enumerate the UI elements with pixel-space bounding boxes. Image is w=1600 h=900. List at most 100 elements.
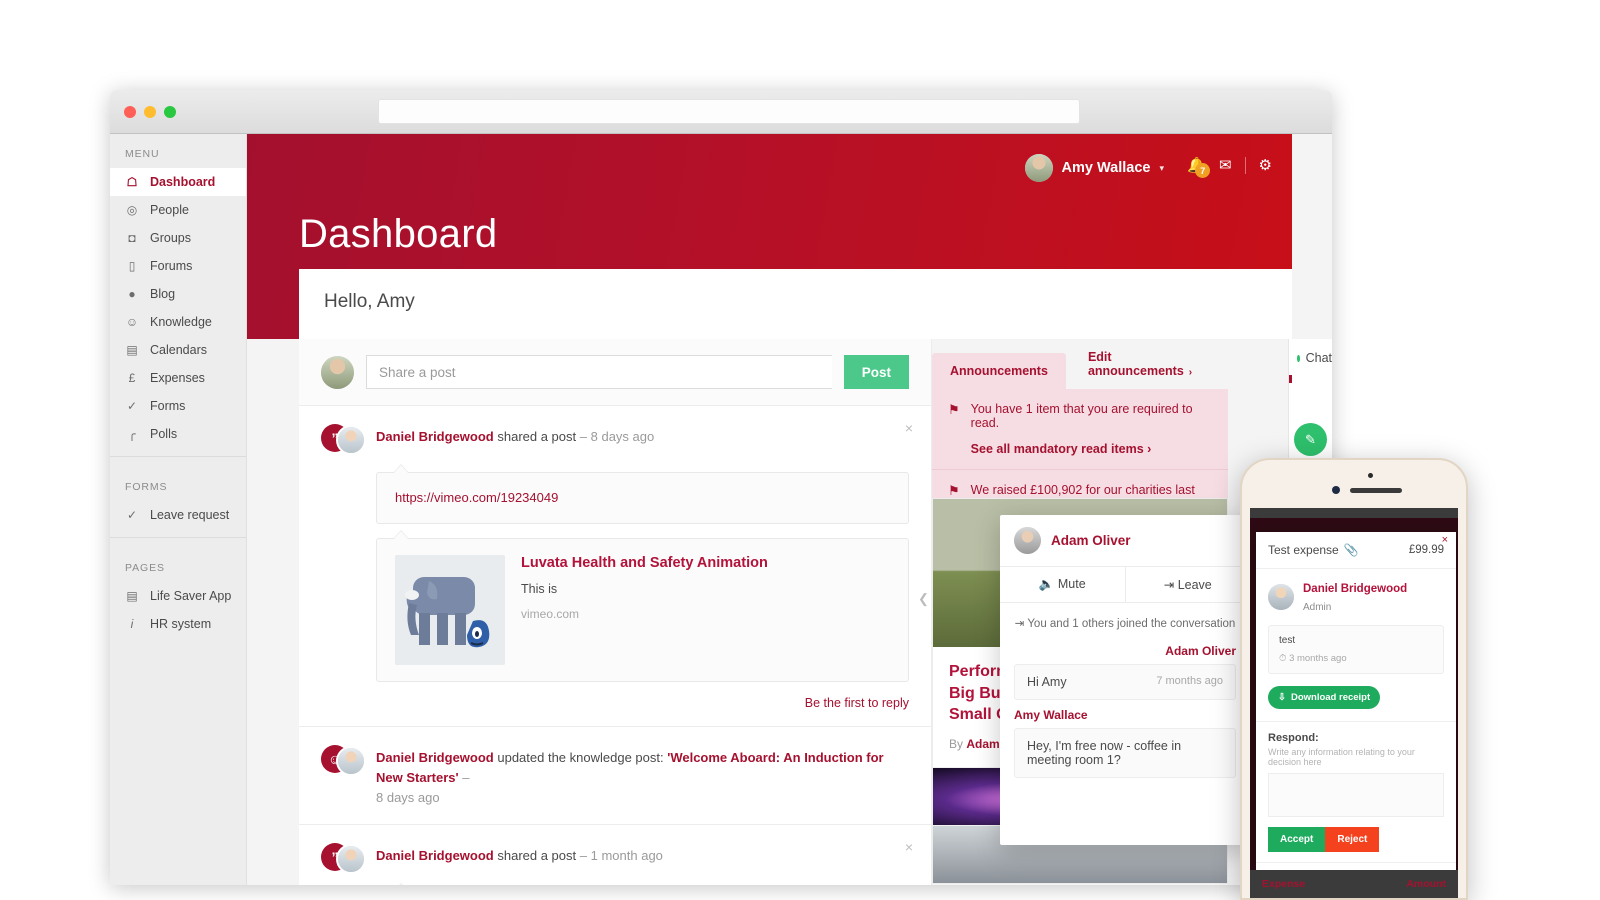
- link-preview-title[interactable]: Luvata Health and Safety Animation: [521, 555, 768, 571]
- shared-link[interactable]: https://vimeo.com/19234049: [395, 490, 558, 505]
- browser-titlebar: [110, 90, 1332, 134]
- gear-icon[interactable]: ⚙: [1259, 156, 1272, 174]
- chat-contact-2[interactable]: [1289, 383, 1332, 391]
- close-icon[interactable]: ×: [1442, 534, 1448, 546]
- sidebar-item-life-saver-app[interactable]: ▤ Life Saver App: [110, 582, 246, 610]
- maximize-window-button[interactable]: [164, 105, 176, 118]
- window-controls[interactable]: [124, 105, 176, 118]
- paperclip-icon[interactable]: 📎: [1344, 543, 1359, 557]
- chat-contact-1[interactable]: [1289, 375, 1332, 383]
- sidebar-item-label: Blog: [150, 287, 176, 301]
- chat-system-message: ⇥ You and 1 others joined the conversati…: [1014, 618, 1236, 630]
- bar-chart-icon: ╭: [128, 427, 136, 441]
- accept-button[interactable]: Accept: [1268, 827, 1326, 852]
- leave-button[interactable]: ⇥ Leave: [1124, 567, 1251, 602]
- sidebar-item-label: Polls: [150, 427, 178, 441]
- bell-icon[interactable]: 🔔 7: [1187, 156, 1211, 178]
- dismiss-post-button[interactable]: ×: [905, 839, 913, 855]
- expense-amount: £99.99: [1408, 544, 1444, 556]
- edit-announcements-link[interactable]: Edit announcements ›: [1066, 339, 1228, 389]
- feed-post: × ” Daniel Bridgewood shared a post –: [299, 406, 931, 727]
- sidebar-item-calendars[interactable]: ▤ Calendars: [110, 336, 246, 364]
- requester-name[interactable]: Daniel Bridgewood: [1303, 583, 1407, 595]
- respond-textarea[interactable]: [1268, 773, 1444, 817]
- sidebar-item-groups[interactable]: ◘ Groups: [110, 224, 246, 252]
- chat-conversation-window: Adam Oliver 🔈 Mute ⇥ Leave ⇥ You and 1 o…: [1000, 515, 1250, 845]
- sidebar-item-label: Life Saver App: [150, 589, 232, 603]
- chat-message-sender: Adam Oliver: [1165, 644, 1236, 658]
- lightbulb-icon: ☺: [125, 315, 139, 329]
- screenshot-stage: MENU ☖ Dashboard ◎ People ◘ Groups ▯ For…: [0, 0, 1600, 900]
- post-author-name[interactable]: Daniel Bridgewood: [376, 848, 494, 863]
- user-menu[interactable]: Amy Wallace ▾: [1024, 154, 1164, 182]
- post-separator: –: [579, 429, 587, 444]
- post-separator: –: [579, 848, 587, 864]
- avatar: [336, 746, 366, 776]
- sidebar-item-leave-request[interactable]: ✓ Leave request: [110, 501, 246, 529]
- post-author-name[interactable]: Daniel Bridgewood: [376, 429, 494, 444]
- post-author-name[interactable]: Daniel Bridgewood: [376, 750, 494, 765]
- dismiss-post-button[interactable]: ×: [905, 420, 913, 436]
- avatar: [321, 355, 354, 389]
- close-window-button[interactable]: [124, 105, 136, 118]
- post-meta: Daniel Bridgewood updated the knowledge …: [376, 745, 909, 808]
- chat-message-text: Hi Amy: [1027, 675, 1067, 689]
- chat-contact-name[interactable]: Adam Oliver: [1051, 533, 1131, 548]
- sidebar-item-knowledge[interactable]: ☺ Knowledge: [110, 308, 246, 336]
- sidebar-item-expenses[interactable]: £ Expenses: [110, 364, 246, 392]
- share-input[interactable]: Share a post: [366, 355, 832, 389]
- link-preview-card[interactable]: Luvata Health and Safety Animation This …: [376, 530, 909, 682]
- download-receipt-button[interactable]: ⇩ Download receipt: [1268, 686, 1381, 709]
- header-icons: 🔔 7 ✉ ⚙: [1187, 156, 1272, 178]
- sidebar-item-forums[interactable]: ▯ Forums: [110, 252, 246, 280]
- sidebar-item-blog[interactable]: ● Blog: [110, 280, 246, 308]
- mute-button[interactable]: 🔈 Mute: [1000, 567, 1125, 602]
- address-bar[interactable]: [378, 99, 1080, 124]
- avatar: [336, 844, 366, 875]
- people-icon: ◎: [126, 203, 138, 217]
- post-time: 8 days ago: [376, 790, 440, 806]
- tab-announcements[interactable]: Announcements: [932, 353, 1066, 389]
- sidebar-item-polls[interactable]: ╭ Polls: [110, 420, 246, 448]
- column-expense: Expense: [1262, 878, 1306, 890]
- envelope-icon[interactable]: ✉: [1219, 156, 1232, 174]
- collapse-panel-icon[interactable]: ❮: [918, 591, 929, 607]
- expense-note-text: test: [1279, 635, 1296, 646]
- share-post-composer: Share a post Post: [299, 339, 931, 406]
- chat-message-time: 7 months ago: [1156, 675, 1223, 687]
- phone-status-bar: [1250, 508, 1458, 518]
- post-author-avatar: ☺: [321, 745, 366, 779]
- expense-title: Test expense: [1268, 543, 1339, 557]
- post-action: shared a post: [497, 848, 577, 864]
- chat-contact-4[interactable]: [1289, 399, 1332, 407]
- chat-contact-3[interactable]: [1289, 391, 1332, 399]
- sidebar-group-menu: MENU ☖ Dashboard ◎ People ◘ Groups ▯ For…: [110, 134, 246, 456]
- chevron-down-icon: ▾: [1159, 162, 1164, 173]
- minimize-window-button[interactable]: [144, 105, 156, 118]
- mandatory-read-link[interactable]: See all mandatory read items ›: [971, 442, 1212, 456]
- post-time: 1 month ago: [590, 848, 663, 864]
- expense-list-header: Expense Amount: [1250, 870, 1458, 898]
- post-time: 8 days ago: [590, 429, 655, 444]
- sidebar-item-hr-system[interactable]: i HR system: [110, 610, 246, 638]
- reject-button[interactable]: Reject: [1325, 827, 1380, 852]
- compose-chat-button[interactable]: ✎: [1294, 423, 1327, 456]
- expense-note-time: ⏱ 3 months ago: [1279, 653, 1347, 664]
- greeting-panel: Hello, Amy: [299, 269, 1292, 339]
- reply-link[interactable]: Be the first to reply: [321, 696, 909, 710]
- sidebar-item-label: Dashboard: [150, 175, 216, 189]
- phone-speaker: [1350, 488, 1402, 493]
- sidebar-item-people[interactable]: ◎ People: [110, 196, 246, 224]
- sidebar-item-dashboard[interactable]: ☖ Dashboard: [110, 168, 246, 196]
- divider: [1244, 156, 1246, 174]
- chevron-right-icon: ›: [1188, 367, 1193, 378]
- post-button[interactable]: Post: [843, 355, 909, 389]
- sidebar-item-label: Leave request: [150, 508, 230, 522]
- link-preview-description: This is: [521, 582, 558, 596]
- clock-icon: ⏱: [1279, 653, 1287, 664]
- sidebar-item-forms[interactable]: ✓ Forms: [110, 392, 246, 420]
- column-amount: Amount: [1406, 878, 1446, 890]
- post-author-avatar: ”: [321, 843, 366, 877]
- post-link-bubble: https://vimeo.com/19234049: [376, 464, 909, 524]
- post-action: shared a post: [497, 429, 577, 444]
